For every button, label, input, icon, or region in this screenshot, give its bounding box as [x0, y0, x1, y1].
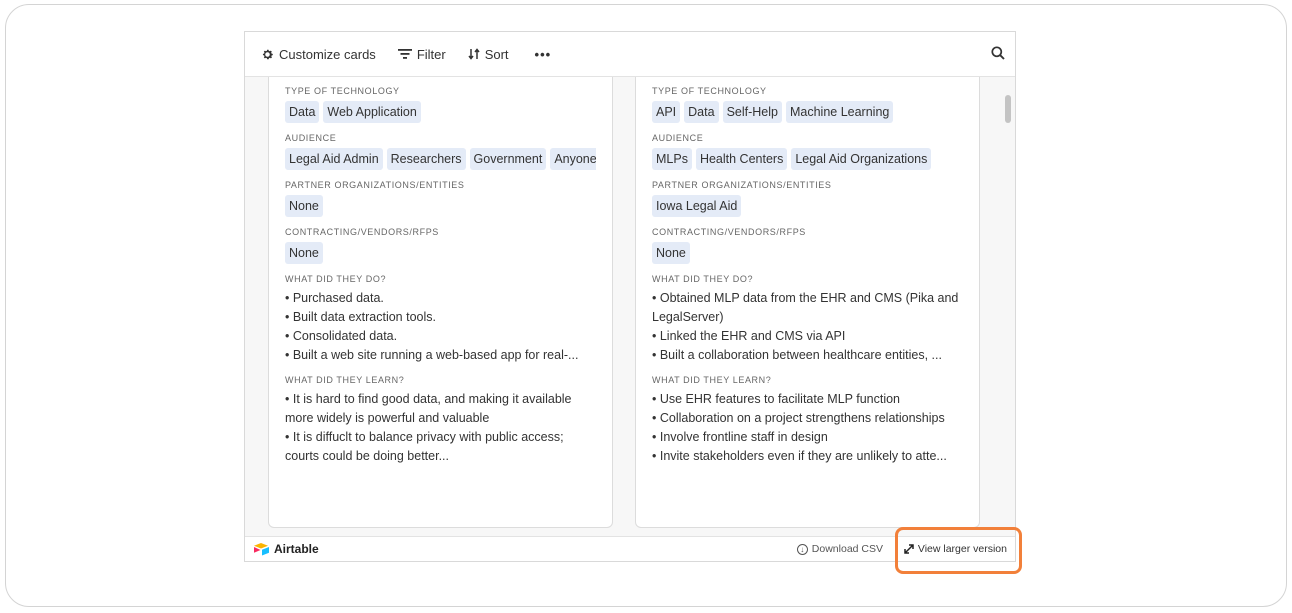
tag: Data: [684, 101, 719, 123]
customize-cards-label: Customize cards: [279, 46, 376, 62]
record-card[interactable]: TYPE OF TECHNOLOGY API Data Self-Help Ma…: [635, 77, 980, 528]
list-item: • Obtained MLP data from the EHR and CMS…: [652, 291, 959, 324]
airtable-logo-icon: [254, 543, 269, 556]
gear-icon: [262, 49, 273, 59]
list-item: • Purchased data.: [285, 291, 384, 305]
tag: Legal Aid Admin: [285, 148, 383, 170]
filter-label: Filter: [416, 46, 446, 62]
list-item: • Built a collaboration between healthca…: [652, 348, 942, 362]
did-list: • Purchased data. • Built data extractio…: [285, 289, 596, 365]
contracting-tags: None: [652, 242, 963, 264]
list-item: • Built a web site running a web-based a…: [285, 348, 579, 362]
download-csv-label: Download CSV: [811, 543, 883, 555]
card-gallery[interactable]: TYPE OF TECHNOLOGY Data Web Application …: [245, 77, 1015, 538]
field-label-partner: PARTNER ORGANIZATIONS/ENTITIES: [652, 180, 832, 190]
list-item: • It is hard to find good data, and maki…: [285, 392, 572, 425]
more-icon: •••: [534, 46, 552, 62]
tag: Legal Aid Organizations: [791, 148, 932, 170]
airtable-logo[interactable]: Airtable: [253, 542, 319, 556]
list-item: • Built data extraction tools.: [285, 310, 436, 324]
tag: Web Application: [323, 101, 421, 123]
tag: Data: [285, 101, 320, 123]
customize-cards-button[interactable]: Customize cards: [261, 47, 376, 62]
airtable-brand-text: Airtable: [274, 542, 319, 556]
view-larger-label: View larger version: [917, 543, 1007, 555]
field-label-contracting: CONTRACTING/VENDORS/RFPS: [652, 227, 806, 237]
tag: None: [285, 195, 323, 217]
field-label-audience: AUDIENCE: [285, 133, 337, 143]
search-button[interactable]: [991, 46, 1005, 63]
tag: Anyone: [550, 148, 596, 170]
did-list: • Obtained MLP data from the EHR and CMS…: [652, 289, 963, 365]
tag: Self-Help: [722, 101, 782, 123]
tag: MLPs: [652, 148, 692, 170]
audience-tags: MLPs Health Centers Legal Aid Organizati…: [652, 148, 963, 170]
tag: Iowa Legal Aid: [652, 195, 742, 217]
field-label-partner: PARTNER ORGANIZATIONS/ENTITIES: [285, 180, 465, 190]
tag: None: [652, 242, 690, 264]
field-label-did: WHAT DID THEY DO?: [285, 274, 387, 284]
airtable-embed: Customize cards Filter Sort ••• TYPE OF …: [244, 31, 1016, 562]
tag: Researchers: [386, 148, 466, 170]
list-item: • Collaboration on a project strengthens…: [652, 411, 945, 425]
audience-tags: Legal Aid Admin Researchers Government A…: [285, 148, 596, 170]
expand-icon: [904, 544, 914, 554]
filter-button[interactable]: Filter: [397, 46, 446, 62]
field-label-type: TYPE OF TECHNOLOGY: [652, 86, 767, 96]
field-label-did: WHAT DID THEY DO?: [652, 274, 754, 284]
field-label-learn: WHAT DID THEY LEARN?: [285, 375, 405, 385]
list-item: • Involve frontline staff in design: [652, 430, 828, 444]
type-tags: Data Web Application: [285, 101, 596, 123]
field-label-learn: WHAT DID THEY LEARN?: [652, 375, 772, 385]
more-options-button[interactable]: •••: [535, 47, 552, 62]
scrollbar-thumb[interactable]: [1005, 95, 1011, 123]
tag: API: [652, 101, 681, 123]
type-tags: API Data Self-Help Machine Learning: [652, 101, 963, 123]
search-icon: [991, 46, 1005, 60]
list-item: • Use EHR features to facilitate MLP fun…: [652, 392, 901, 406]
download-icon: ↓: [796, 543, 808, 555]
list-item: • It is diffuclt to balance privacy with…: [285, 430, 564, 463]
download-csv-link[interactable]: ↓ Download CSV: [796, 543, 883, 555]
embed-footer: Airtable ↓ Download CSV View larger vers…: [245, 536, 1015, 561]
learn-list: • Use EHR features to facilitate MLP fun…: [652, 390, 963, 466]
sort-icon: [468, 48, 480, 60]
field-label-type: TYPE OF TECHNOLOGY: [285, 86, 400, 96]
toolbar: Customize cards Filter Sort •••: [245, 32, 1015, 77]
partner-tags: Iowa Legal Aid: [652, 195, 963, 217]
record-card[interactable]: TYPE OF TECHNOLOGY Data Web Application …: [268, 77, 613, 528]
contracting-tags: None: [285, 242, 596, 264]
tag: Machine Learning: [785, 101, 894, 123]
view-larger-version-link[interactable]: View larger version: [904, 543, 1007, 555]
sort-label: Sort: [484, 46, 509, 62]
field-label-contracting: CONTRACTING/VENDORS/RFPS: [285, 227, 439, 237]
tag: Health Centers: [695, 148, 788, 170]
partner-tags: None: [285, 195, 596, 217]
field-label-audience: AUDIENCE: [652, 133, 704, 143]
tag: Government: [469, 148, 547, 170]
tag: None: [285, 242, 323, 264]
learn-list: • It is hard to find good data, and maki…: [285, 390, 596, 466]
sort-button[interactable]: Sort: [468, 47, 509, 62]
list-item: • Invite stakeholders even if they are u…: [652, 449, 947, 463]
list-item: • Consolidated data.: [285, 329, 398, 343]
list-item: • Linked the EHR and CMS via API: [652, 329, 846, 343]
filter-icon: [397, 49, 412, 59]
